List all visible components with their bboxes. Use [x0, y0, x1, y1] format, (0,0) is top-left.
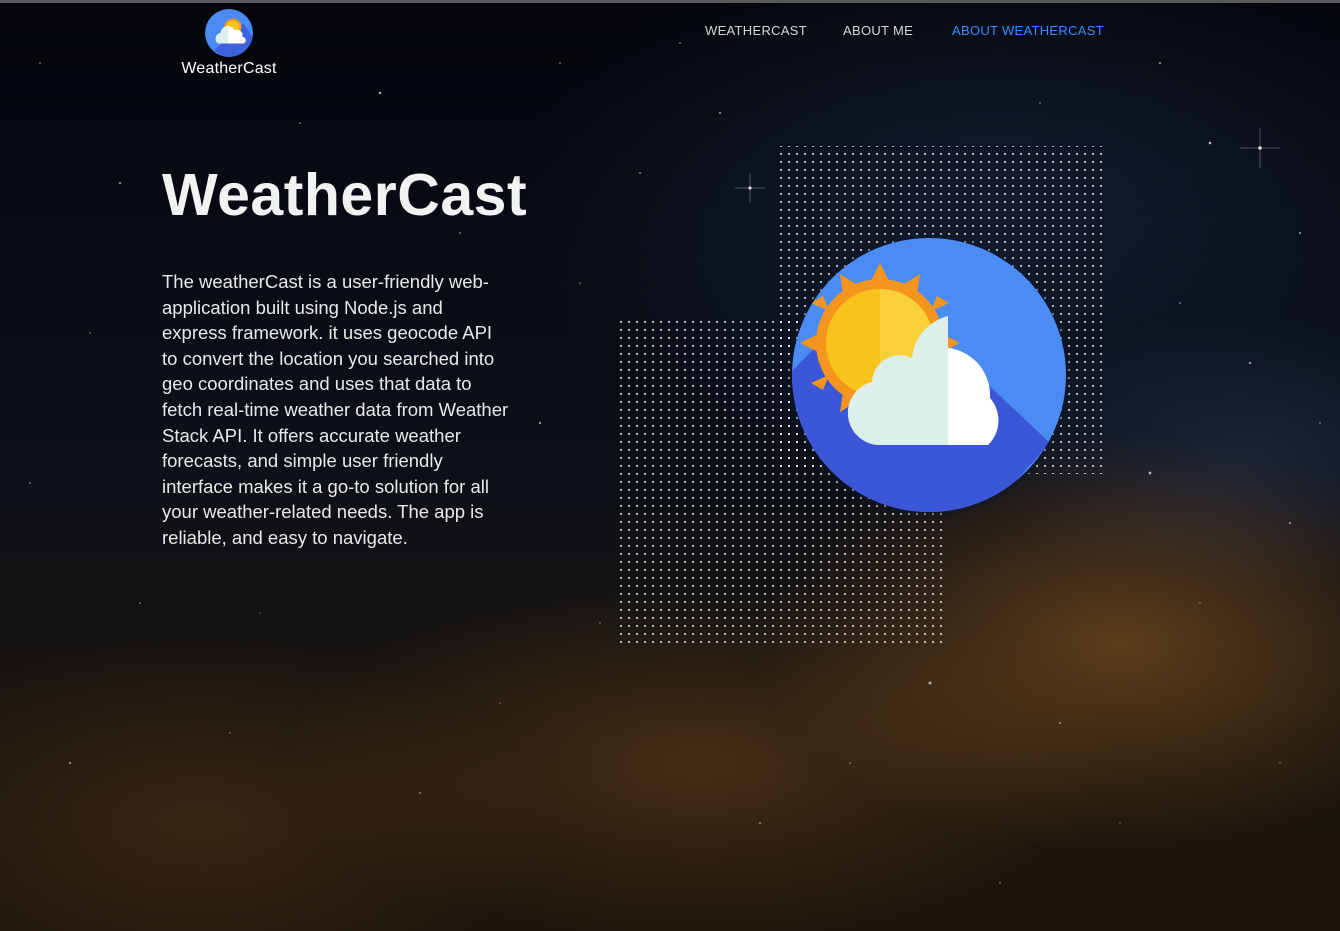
brand[interactable]: WeatherCast	[176, 9, 282, 78]
main-nav: WEATHERCAST ABOUT ME ABOUT WEATHERCAST	[0, 23, 1340, 43]
hero-description: The weatherCast is a user-friendly web-a…	[162, 271, 509, 548]
brand-name: WeatherCast	[181, 60, 277, 77]
nav-link-weathercast[interactable]: WEATHERCAST	[705, 23, 807, 38]
hero-illustration	[615, 146, 1103, 648]
nav-link-about-weathercast[interactable]: ABOUT WEATHERCAST	[952, 23, 1104, 38]
page: WeatherCast WEATHERCAST ABOUT ME ABOUT W…	[0, 0, 1340, 931]
page-title: WeatherCast	[162, 162, 528, 228]
nav-link-about-me[interactable]: ABOUT ME	[843, 23, 913, 38]
